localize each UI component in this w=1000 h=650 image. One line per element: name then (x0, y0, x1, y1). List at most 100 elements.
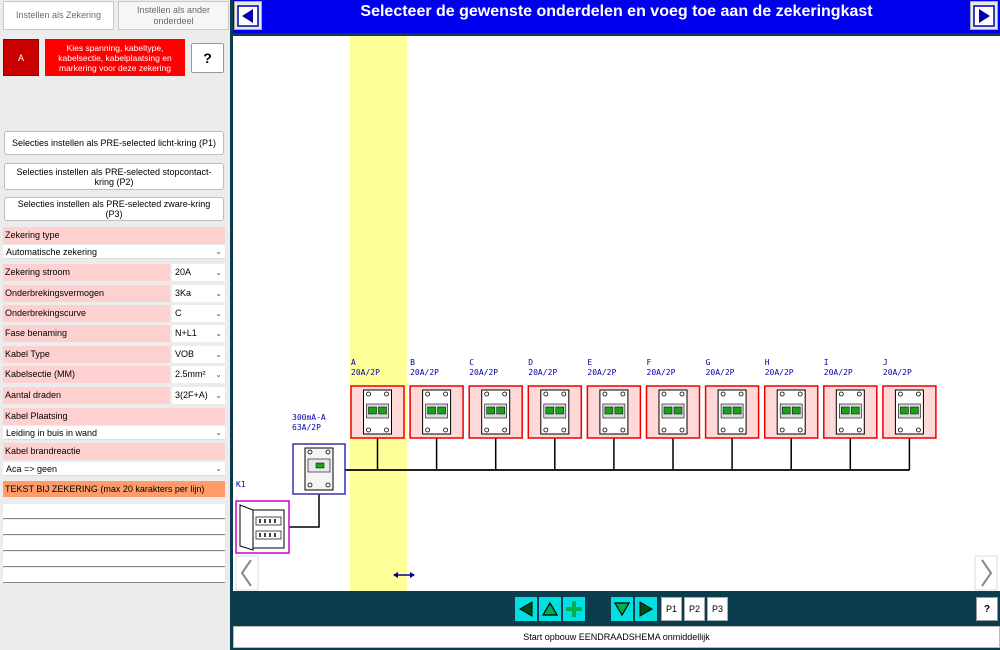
breaker-letter: D (528, 358, 533, 367)
zekering-type-label: Zekering type (3, 227, 225, 244)
kabel-plaatsing-value: Leiding in buis in wand (6, 428, 98, 438)
param-value: 3(2F+A) (175, 390, 208, 400)
preset-p1-button[interactable]: P1 (661, 597, 682, 621)
breaker-letter: E (587, 358, 592, 367)
tekst-line-input[interactable] (3, 568, 225, 583)
move-right-button[interactable] (635, 597, 657, 621)
help-button[interactable]: ? (976, 597, 998, 621)
move-up-button[interactable] (539, 597, 561, 621)
panel-label: K1 (236, 480, 246, 489)
breaker-rating: 20A/2P (824, 368, 853, 377)
main-breaker-label-top: 300mA-A (292, 413, 326, 422)
circuit-breaker[interactable] (823, 385, 878, 439)
start-eendraadschema-button[interactable]: Start opbouw EENDRAADSHEMA onmiddellijk (233, 626, 1000, 648)
circuit-breaker[interactable] (409, 385, 464, 439)
kabel-plaatsing-select[interactable]: Leiding in buis in wand ⌄ (3, 426, 225, 440)
scroll-right-button[interactable] (974, 555, 998, 591)
chevron-down-icon: ⌄ (215, 464, 222, 473)
circuit-breaker[interactable] (704, 385, 760, 439)
breaker-rating: 20A/2P (706, 368, 735, 377)
param-label: Aantal draden (3, 387, 170, 404)
chevron-down-icon: ⌄ (215, 289, 222, 298)
breaker-letter: H (765, 358, 770, 367)
circuit-breaker[interactable] (468, 385, 523, 439)
main-differential-breaker[interactable] (292, 443, 346, 495)
param-select[interactable]: 2.5mm² ⌄ (172, 366, 225, 383)
breaker-letter: G (706, 358, 711, 367)
kabel-plaatsing-label: Kabel Plaatsing (3, 408, 225, 425)
circuit-letter-button[interactable]: A (3, 39, 39, 76)
breaker-rating: 20A/2P (528, 368, 557, 377)
param-value: C (175, 308, 182, 318)
param-select[interactable]: 3Ka ⌄ (172, 285, 225, 302)
param-select[interactable]: N+L1 ⌄ (172, 325, 225, 342)
breaker-letter: C (469, 358, 474, 367)
preset-zware-kring-button[interactable]: Selecties instellen als PRE-selected zwa… (4, 197, 224, 221)
zekering-type-select[interactable]: Automatische zekering ⌄ (3, 245, 225, 259)
chevron-down-icon: ⌄ (215, 247, 222, 256)
param-value: VOB (175, 349, 195, 359)
triangle-down-icon (614, 602, 630, 617)
next-button[interactable] (970, 1, 998, 30)
warning-message: Kies spanning, kabeltype, kabelsectie, k… (45, 39, 185, 76)
chevron-down-icon: ⌄ (215, 268, 222, 277)
breaker-letter: F (647, 358, 652, 367)
page-title: Selecteer de gewenste onderdelen en voeg… (360, 3, 873, 20)
breaker-letter: B (410, 358, 415, 367)
param-select[interactable]: VOB ⌄ (172, 346, 225, 363)
chevron-down-icon: ⌄ (215, 370, 222, 379)
header-bar: Selecteer de gewenste onderdelen en voeg… (233, 0, 1000, 33)
preset-p3-button[interactable]: P3 (707, 597, 728, 621)
tab-instellen-als-zekering[interactable]: Instellen als Zekering (3, 1, 114, 30)
tekst-line-input[interactable] (3, 520, 225, 535)
move-down-button[interactable] (611, 597, 633, 621)
preset-licht-kring-button[interactable]: Selecties instellen als PRE-selected lic… (4, 131, 224, 155)
scroll-left-button[interactable] (235, 555, 259, 591)
breaker-rating: 20A/2P (587, 368, 616, 377)
kabel-brandreactie-select[interactable]: Aca => geen ⌄ (3, 462, 225, 476)
add-button[interactable] (563, 597, 585, 621)
param-value: 20A (175, 267, 192, 277)
circuit-breaker[interactable] (527, 385, 583, 439)
param-label: Zekering stroom (3, 264, 170, 281)
param-select[interactable]: C ⌄ (172, 305, 225, 322)
arrow-left-icon (237, 4, 259, 27)
supply-wire (289, 494, 320, 528)
circuit-breaker[interactable] (350, 385, 405, 439)
previous-button[interactable] (234, 1, 262, 30)
circuit-breaker[interactable] (763, 385, 819, 439)
tekst-line-input[interactable] (3, 552, 225, 567)
settings-panel: Instellen als Zekering Instellen als and… (0, 0, 230, 650)
breaker-rating: 20A/2P (351, 368, 380, 377)
tekst-line-input[interactable] (3, 536, 225, 551)
circuit-breaker[interactable] (586, 385, 642, 439)
breaker-row: A20A/2PB20A/2PC20A/2PD20A/2PE20A/2PF20A/… (350, 358, 937, 439)
zekeringkast-icon[interactable] (235, 500, 290, 554)
breaker-letter: A (351, 358, 356, 367)
tekst-line-input[interactable] (3, 504, 225, 519)
breaker-rating: 20A/2P (647, 368, 676, 377)
single-line-diagram: A20A/2PB20A/2PC20A/2PD20A/2PE20A/2PF20A/… (235, 36, 998, 591)
tab-instellen-als-ander-onderdeel[interactable]: Instellen als ander onderdeel (118, 1, 229, 30)
circuit-breaker[interactable] (882, 385, 937, 439)
selected-column-highlight (350, 36, 407, 591)
param-label: Onderbrekingsvermogen (3, 285, 170, 302)
arrow-right-icon (973, 4, 995, 27)
param-label: Kabel Type (3, 346, 170, 363)
circuit-breaker[interactable] (645, 385, 701, 439)
preset-p2-button[interactable]: P2 (684, 597, 705, 621)
chevron-down-icon: ⌄ (215, 309, 222, 318)
diagram-canvas[interactable]: A 20A/2P B 20A/2P C 20A/2P D 20A/2P E 20A/2P F 20A/… (233, 36, 1000, 591)
help-button[interactable]: ? (191, 43, 224, 73)
param-value: 2.5mm² (175, 369, 206, 379)
param-select[interactable]: 20A ⌄ (172, 264, 225, 281)
preset-stopcontact-kring-button[interactable]: Selecties instellen als PRE-selected sto… (4, 163, 224, 190)
breaker-rating: 20A/2P (410, 368, 439, 377)
plus-icon (566, 601, 582, 617)
breaker-letter: J (883, 358, 888, 367)
param-select[interactable]: 3(2F+A) ⌄ (172, 387, 225, 404)
breaker-rating: 20A/2P (469, 368, 498, 377)
move-left-button[interactable] (515, 597, 537, 621)
diagram-panel: Selecteer de gewenste onderdelen en voeg… (233, 0, 1000, 650)
triangle-right-icon (639, 601, 653, 617)
